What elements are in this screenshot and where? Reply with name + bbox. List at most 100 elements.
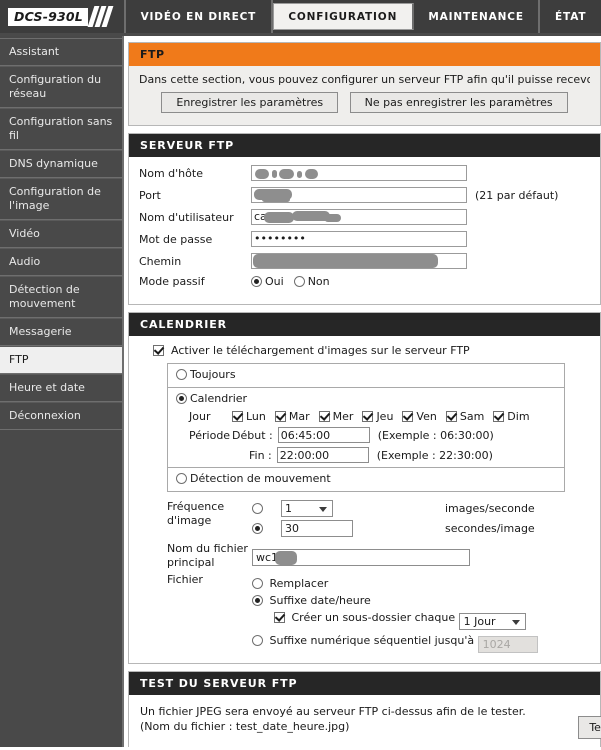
sidebar-item-video[interactable]: Vidéo — [0, 220, 122, 248]
checkbox-icon[interactable] — [493, 411, 505, 422]
day-sun-label: Dim — [507, 410, 530, 423]
sidebar-item-ftp[interactable]: FTP — [0, 346, 122, 374]
host-input[interactable] — [251, 165, 467, 181]
freq-label-line1: Fréquence — [167, 500, 225, 513]
checkbox-icon[interactable] — [274, 612, 285, 623]
mode-motion-row[interactable]: Détection de mouvement — [168, 468, 564, 491]
day-sat[interactable]: Sam — [445, 410, 484, 423]
radio-icon[interactable] — [251, 276, 262, 287]
mode-schedule-row: Calendrier Jour Lun Mar Mer Jeu Ven Sam … — [168, 388, 564, 468]
checkbox-icon[interactable] — [362, 411, 374, 422]
checkbox-icon[interactable] — [232, 411, 243, 422]
day-wed[interactable]: Mer — [318, 410, 353, 423]
radio-icon[interactable] — [176, 393, 187, 404]
redaction-mark — [275, 551, 297, 565]
radio-icon[interactable] — [252, 595, 263, 606]
start-example: (Exemple : 06:30:00) — [377, 428, 494, 442]
mode-always-option[interactable]: Toujours — [176, 368, 236, 381]
checkbox-icon[interactable] — [274, 411, 286, 422]
enable-upload-row[interactable]: Activer le téléchargement d'images sur l… — [153, 344, 590, 357]
redaction-mark — [264, 212, 294, 223]
ftp-test-button[interactable]: Test — [578, 716, 601, 739]
sidebar-item-wireless-config[interactable]: Configuration sans fil — [0, 108, 122, 150]
radio-icon[interactable] — [252, 523, 263, 534]
sidebar-item-messaging[interactable]: Messagerie — [0, 318, 122, 346]
day-mon[interactable]: Lun — [232, 410, 266, 423]
sidebar-item-motion-detection[interactable]: Détection de mouvement — [0, 276, 122, 318]
day-sun[interactable]: Dim — [493, 410, 530, 423]
mode-motion-label: Détection de mouvement — [190, 472, 331, 485]
mode-always-row[interactable]: Toujours — [168, 364, 564, 388]
tab-live-video[interactable]: VIDÉO EN DIRECT — [126, 0, 273, 33]
camera-config-page: DCS-930L VIDÉO EN DIRECT CONFIGURATION M… — [0, 0, 601, 750]
checkbox-icon[interactable] — [153, 345, 164, 356]
tab-maintenance[interactable]: MAINTENANCE — [414, 0, 541, 33]
redaction-mark — [262, 197, 290, 202]
day-fri[interactable]: Ven — [402, 410, 437, 423]
radio-icon[interactable] — [252, 503, 263, 514]
radio-icon[interactable] — [293, 276, 305, 287]
ftp-server-panel: SERVEUR FTP Nom d'hôte Port (21 par défa… — [128, 133, 601, 305]
fps-select[interactable]: 1 — [281, 500, 333, 517]
day-selector-row: Jour Lun Mar Mer Jeu Ven Sam Dim — [176, 410, 556, 423]
tab-configuration[interactable]: CONFIGURATION — [272, 3, 414, 30]
filename-label-line1: Nom du fichier — [167, 542, 248, 555]
host-label: Nom d'hôte — [139, 166, 203, 180]
path-row: Chemin — [139, 253, 590, 269]
sidebar-item-logout[interactable]: Déconnexion — [0, 402, 122, 430]
start-time-input[interactable]: 06:45:00 — [277, 427, 370, 443]
checkbox-icon[interactable] — [402, 411, 414, 422]
day-thu-label: Jeu — [376, 410, 394, 423]
radio-icon[interactable] — [176, 473, 187, 484]
mode-always-label: Toujours — [190, 368, 236, 381]
radio-icon[interactable] — [252, 578, 263, 589]
port-input[interactable] — [251, 187, 467, 203]
username-label: Nom d'utilisateur — [139, 210, 234, 224]
discard-settings-button[interactable]: Ne pas enregistrer les paramètres — [349, 92, 568, 113]
frame-frequency-row: Fréquence d'image 1 images/seconde 30 se… — [167, 500, 590, 537]
mode-motion-option[interactable]: Détection de mouvement — [176, 472, 331, 485]
sidebar-item-dynamic-dns[interactable]: DNS dynamique — [0, 150, 122, 178]
spf-input[interactable]: 30 — [281, 520, 353, 537]
sidebar-item-image-config[interactable]: Configuration de l'image — [0, 178, 122, 220]
sidebar-item-time-date[interactable]: Heure et date — [0, 374, 122, 402]
save-settings-button[interactable]: Enregistrer les paramètres — [161, 92, 339, 113]
day-thu[interactable]: Jeu — [362, 410, 393, 423]
sidebar-navigation: Assistant Configuration du réseau Config… — [0, 36, 124, 747]
radio-icon[interactable] — [252, 635, 263, 646]
username-input[interactable]: ca — [251, 209, 467, 225]
file-option-replace[interactable]: Remplacer — [252, 577, 538, 590]
ftp-intro-panel: FTP Dans cette section, vous pouvez conf… — [128, 42, 601, 126]
day-tue[interactable]: Mar — [274, 410, 310, 423]
file-label: Fichier — [167, 573, 203, 586]
file-datetime-label: Suffixe date/heure — [269, 594, 371, 607]
checkbox-icon[interactable] — [445, 411, 457, 422]
file-option-datetime[interactable]: Suffixe date/heure — [252, 594, 538, 607]
ftp-test-body: Un fichier JPEG sera envoyé au serveur F… — [129, 695, 601, 747]
passive-yes-option[interactable]: Oui — [251, 275, 284, 288]
password-input[interactable]: •••••••• — [251, 231, 467, 247]
sequential-limit-input[interactable]: 1024 — [477, 636, 538, 653]
path-input[interactable] — [251, 253, 467, 269]
mode-schedule-option[interactable]: Calendrier — [176, 392, 247, 405]
ftp-test-description: Un fichier JPEG sera envoyé au serveur F… — [140, 704, 526, 734]
radio-icon[interactable] — [176, 369, 187, 380]
passive-mode-label: Mode passif — [139, 275, 205, 288]
sidebar-item-assistant[interactable]: Assistant — [0, 38, 122, 66]
ftp-test-line1: Un fichier JPEG sera envoyé au serveur F… — [140, 705, 526, 718]
filename-input[interactable]: wc1- — [252, 549, 470, 566]
port-hint: (21 par défaut) — [475, 188, 559, 202]
subfolder-interval-select[interactable]: 1 Jour — [458, 613, 526, 630]
passive-yes-label: Oui — [265, 275, 284, 288]
passive-no-option[interactable]: Non — [293, 275, 330, 288]
ftp-server-title: SERVEUR FTP — [129, 134, 600, 157]
period-end-row: Fin : 22:00:00 (Exemple : 22:30:00) — [176, 447, 556, 463]
product-logo: DCS-930L — [0, 0, 124, 33]
enable-upload-label: Activer le téléchargement d'images sur l… — [171, 344, 470, 357]
sidebar-item-network-config[interactable]: Configuration du réseau — [0, 66, 122, 108]
tab-status[interactable]: ÉTAT — [540, 0, 601, 33]
sidebar-item-audio[interactable]: Audio — [0, 248, 122, 276]
checkbox-icon[interactable] — [318, 411, 330, 422]
redaction-mark — [305, 169, 318, 179]
end-time-input[interactable]: 22:00:00 — [276, 447, 369, 463]
